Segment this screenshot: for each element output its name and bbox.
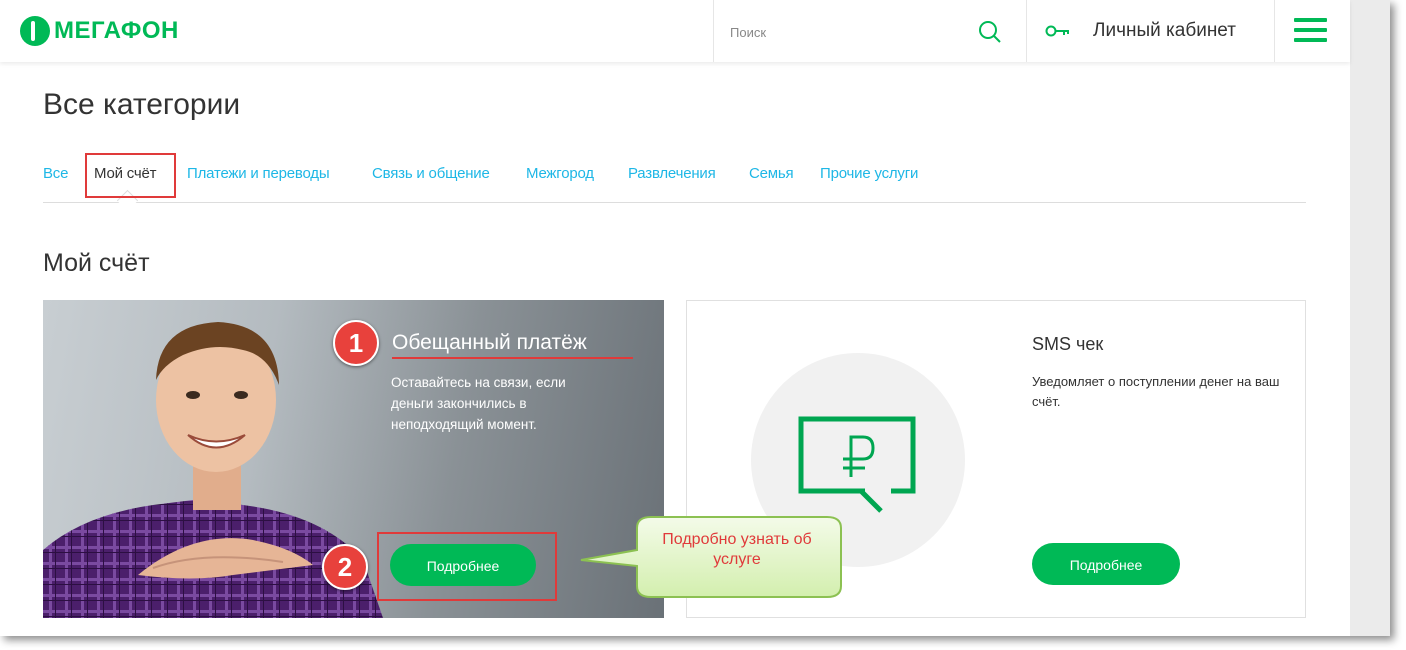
tab-family[interactable]: Семья [749,165,794,182]
tab-payments[interactable]: Платежи и переводы [187,165,330,182]
site-header: МегаФон Личный кабинет [0,0,1350,62]
tab-communication[interactable]: Связь и общение [372,165,490,182]
red-underline [392,357,633,359]
browser-frame: МегаФон Личный кабинет Все категории Все [0,0,1390,636]
search-icon[interactable] [976,18,1004,46]
key-icon [1045,25,1069,37]
hamburger-icon [1294,18,1327,42]
card-title: SMS чек [1032,334,1104,354]
logo-text: МегаФон [54,17,179,44]
card-description: Оставайтесь на связи, если деньги законч… [391,375,566,432]
tab-all[interactable]: Все [43,165,68,182]
details-button[interactable]: Подробнее [1032,543,1180,585]
section-title: Мой счёт [43,249,150,277]
card-title: Обещанный платёж [392,331,587,354]
marker-2: 2 [322,544,368,590]
megafon-logo-icon [20,16,50,46]
tab-other-services[interactable]: Прочие услуги [820,165,918,182]
logo[interactable]: МегаФон [20,16,179,46]
account-label: Личный кабинет [1093,20,1236,41]
tab-entertainment[interactable]: Развлечения [628,165,716,182]
marker-1: 1 [333,320,379,366]
account-link[interactable]: Личный кабинет [1045,20,1236,42]
highlight-box-tab [85,153,176,198]
page-title: Все категории [43,88,241,121]
category-tabs: Все Мой счёт Платежи и переводы Связь и … [43,160,1306,203]
highlight-box-button [377,532,557,601]
menu-button[interactable] [1274,0,1351,62]
ruble-message-icon [798,416,916,513]
tab-long-distance[interactable]: Межгород [526,165,594,182]
scrollbar-gutter [1350,0,1390,636]
search-box [713,0,1027,62]
search-input[interactable] [728,19,972,45]
card-description: Уведомляет о поступлении денег на ваш сч… [1032,374,1280,409]
callout-text: Подробно узнать об услуге [662,531,812,568]
